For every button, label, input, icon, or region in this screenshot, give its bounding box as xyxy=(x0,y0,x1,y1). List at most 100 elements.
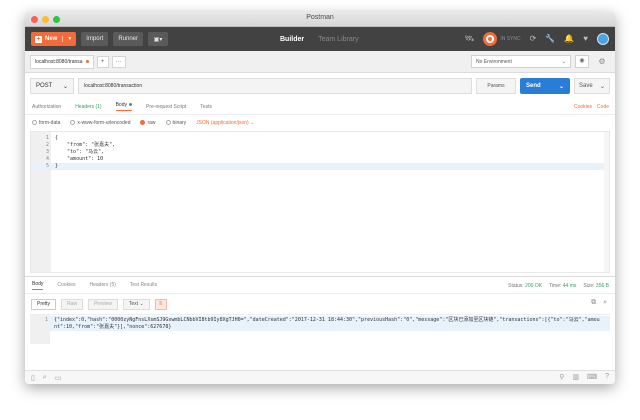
new-window-button[interactable]: ▣▾ xyxy=(148,32,168,46)
unsaved-dot-icon xyxy=(85,60,89,63)
code-line: 1{ xyxy=(31,135,609,142)
editor-scrollbar[interactable] xyxy=(604,132,609,272)
response-sections: Body Cookies Headers (5) Test Results St… xyxy=(25,276,615,294)
team-library-tab[interactable]: Team Library xyxy=(318,36,358,43)
status-value[interactable]: 200 OK xyxy=(525,283,542,289)
response-body-text: {"index":0,"hash":"0000zyNgFnsLXsmSJ9Gxw… xyxy=(54,317,600,330)
copy-icon[interactable]: ⧉ xyxy=(591,299,596,307)
layout-icon[interactable]: ▥ xyxy=(572,373,579,381)
search-icon[interactable]: ⌕ xyxy=(603,299,607,307)
body-type-raw[interactable]: raw xyxy=(140,120,156,126)
response-tab-test-results[interactable]: Test Results xyxy=(130,282,157,288)
tab-tests[interactable]: Tests xyxy=(200,104,212,110)
line-number: 5 xyxy=(45,163,49,169)
content-type-select[interactable]: JSON (application/json) ⌄ xyxy=(196,120,254,126)
settings-icon[interactable]: 🔧 xyxy=(545,35,555,43)
status-info: Status: 200 OK xyxy=(508,283,542,289)
request-section-links: Cookies Code xyxy=(574,104,609,110)
bootcamp-icon[interactable]: ⚲ xyxy=(559,373,564,381)
response-meta: Status: 200 OK Time: 44 ms Size: 356 B xyxy=(508,283,609,289)
status-label: Status: xyxy=(508,283,524,289)
keyboard-icon[interactable]: ⌨ xyxy=(587,373,597,381)
size-info: Size: 356 B xyxy=(583,283,609,289)
sync-icon[interactable] xyxy=(483,32,498,46)
response-tab-cookies[interactable]: Cookies xyxy=(57,282,75,288)
user-avatar[interactable] xyxy=(597,33,609,45)
code-line: 2 "from": "张嘉夫", xyxy=(31,142,609,149)
save-button[interactable]: Save ⌄ xyxy=(574,78,610,94)
body-type-binary[interactable]: binary xyxy=(165,120,186,126)
size-label: Size: xyxy=(583,283,595,289)
body-type-options: form-data x-www-form-urlencoded raw bina… xyxy=(25,115,615,131)
chevron-down-icon: ⌄ xyxy=(139,301,144,307)
tab-body[interactable]: Body xyxy=(115,102,132,111)
status-bar: ▯ ⌕ ▭ ⚲ ▥ ⌨ ? xyxy=(25,370,615,384)
find-icon[interactable]: ⌕ xyxy=(43,374,47,382)
chevron-down-icon[interactable]: ⌄ xyxy=(559,83,564,90)
request-tab[interactable]: localhost:8080/transa xyxy=(30,54,94,69)
response-tab-headers[interactable]: Headers (5) xyxy=(89,282,115,288)
raw-button[interactable]: Raw xyxy=(61,298,84,310)
heart-icon[interactable]: ♥ xyxy=(583,35,588,43)
sync-status: IN SYNC xyxy=(500,36,521,42)
tab-options-button[interactable]: ··· xyxy=(111,55,126,68)
notifications-icon[interactable]: 🔔 xyxy=(564,35,574,43)
add-tab-button[interactable]: + xyxy=(96,55,109,68)
radio-icon xyxy=(70,120,76,126)
postman-window: Postman + New ▼ Import Runner ▣▾ Builder… xyxy=(25,12,615,384)
code-line: 5} xyxy=(31,163,609,170)
save-button-label: Save xyxy=(579,83,593,89)
tab-pre-request-script[interactable]: Pre-request Script xyxy=(146,104,186,110)
environment-value: No Environment xyxy=(476,59,512,65)
code-text: "from": "张嘉夫", xyxy=(55,142,116,148)
wrap-lines-button[interactable]: ≡ xyxy=(154,298,167,310)
builder-tab[interactable]: Builder xyxy=(280,36,304,43)
line-number: 4 xyxy=(45,156,49,162)
response-format-select[interactable]: Text ⌄ xyxy=(122,298,150,310)
url-input[interactable]: localhost:8080/transaction xyxy=(78,78,472,94)
chevron-down-icon[interactable]: ⌄ xyxy=(600,83,605,90)
preview-button[interactable]: Preview xyxy=(88,298,118,310)
request-url-row: POST ⌄ localhost:8080/transaction Params… xyxy=(25,73,615,99)
code-text: } xyxy=(55,163,59,169)
size-value[interactable]: 356 B xyxy=(596,283,609,289)
params-button[interactable]: Params xyxy=(476,78,516,94)
response-body-viewer[interactable]: 1 {"index":0,"hash":"0000zyNgFnsLXsmSJ9G… xyxy=(30,314,610,344)
environment-select[interactable]: No Environment ⌄ xyxy=(471,55,571,68)
capture-icon[interactable]: ⟳ xyxy=(530,35,537,43)
eye-icon: ◉ xyxy=(579,58,585,64)
line-number: 1 xyxy=(44,317,48,323)
manage-environments-button[interactable]: ⚙ xyxy=(595,55,609,68)
request-body-editor[interactable]: 1{2 "from": "张嘉夫", 3 "to": "马云", 4 "amount… xyxy=(30,131,610,273)
chevron-down-icon[interactable]: ▼ xyxy=(62,36,72,42)
code-text: "amount": 10 xyxy=(55,156,104,162)
plus-icon: + xyxy=(35,35,42,43)
time-info: Time: 44 ms xyxy=(549,283,576,289)
toggle-sidebar-icon[interactable]: ▯ xyxy=(31,374,35,382)
body-type-form-data[interactable]: form-data xyxy=(32,120,60,126)
status-bar-actions: ⚲ ▥ ⌨ ? xyxy=(559,373,609,381)
response-actions: ⧉ ⌕ xyxy=(591,299,607,307)
pretty-button[interactable]: Pretty xyxy=(31,298,57,310)
new-button[interactable]: + New ▼ xyxy=(31,32,77,46)
new-window-icon: ▣▾ xyxy=(153,36,163,43)
response-tab-body[interactable]: Body xyxy=(32,281,44,290)
code-link[interactable]: Code xyxy=(597,104,609,110)
import-button[interactable]: Import xyxy=(81,32,109,46)
tab-authorization[interactable]: Authorization xyxy=(32,104,61,110)
interceptor-icon[interactable]: 🛰 xyxy=(464,35,474,43)
code-text: { xyxy=(55,135,59,141)
console-icon[interactable]: ▭ xyxy=(55,374,62,382)
gear-icon: ⚙ xyxy=(598,57,606,66)
radio-icon xyxy=(165,120,171,126)
time-value[interactable]: 44 ms xyxy=(563,283,577,289)
send-button[interactable]: Send ⌄ xyxy=(520,78,570,94)
raw-label: raw xyxy=(147,120,156,126)
runner-button[interactable]: Runner xyxy=(113,32,143,46)
tab-headers[interactable]: Headers (1) xyxy=(75,104,101,110)
help-icon[interactable]: ? xyxy=(605,373,609,381)
body-type-urlencoded[interactable]: x-www-form-urlencoded xyxy=(70,120,130,126)
method-select[interactable]: POST ⌄ xyxy=(30,78,74,94)
environment-quick-look-button[interactable]: ◉ xyxy=(575,55,589,68)
cookies-link[interactable]: Cookies xyxy=(574,104,592,110)
